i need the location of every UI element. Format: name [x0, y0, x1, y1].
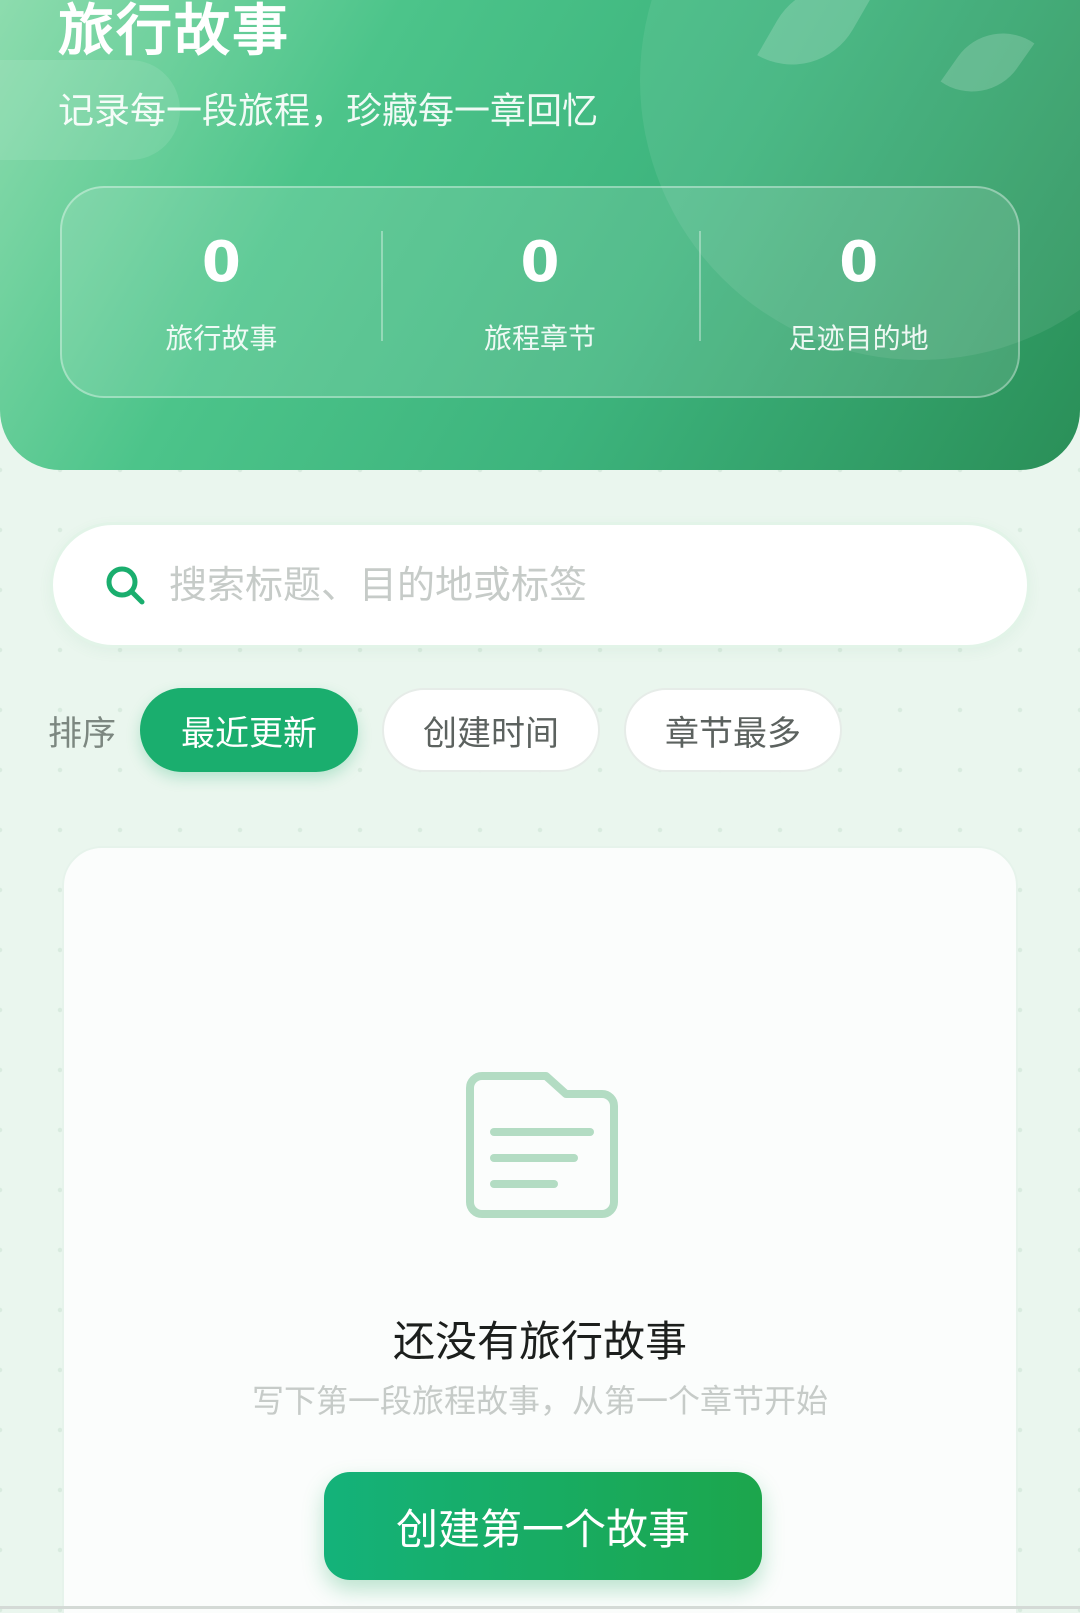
- search-bar[interactable]: [50, 522, 1030, 648]
- create-button-label: 创建第一个故事: [395, 1504, 690, 1554]
- empty-state-card: 还没有旅行故事 写下第一段旅程故事，从第一个章节开始 创建第一个故事: [62, 846, 1018, 1613]
- search-icon: [106, 566, 145, 605]
- stat-label: 旅程章节: [484, 322, 597, 355]
- search-input[interactable]: [169, 563, 989, 607]
- stat-chapters: 0 旅程章节: [380, 227, 700, 357]
- empty-state-description: 写下第一段旅程故事，从第一个章节开始: [251, 1382, 828, 1420]
- stat-destinations: 0 足迹目的地: [699, 227, 1018, 357]
- sort-option-label: 创建时间: [423, 713, 559, 754]
- sort-label: 排序: [48, 713, 116, 754]
- stat-value: 0: [201, 230, 241, 295]
- sort-option-label: 最近更新: [181, 713, 317, 754]
- sort-bar: 排序 最近更新 创建时间 章节最多: [48, 688, 866, 772]
- sort-option-recent[interactable]: 最近更新: [140, 688, 358, 772]
- stats-panel: 0 旅行故事 0 旅程章节 0 足迹目的地: [60, 186, 1020, 398]
- stat-value: 0: [839, 230, 879, 295]
- document-folder-icon: [466, 1072, 618, 1218]
- page-title: 旅行故事: [58, 0, 290, 64]
- empty-state-title: 还没有旅行故事: [392, 1317, 687, 1366]
- stat-label: 足迹目的地: [788, 322, 929, 355]
- bottom-divider: [0, 1606, 1080, 1609]
- create-first-story-button[interactable]: 创建第一个故事: [324, 1472, 762, 1580]
- sort-option-created[interactable]: 创建时间: [382, 688, 600, 772]
- stat-label: 旅行故事: [165, 322, 278, 355]
- hero-banner: 旅行故事 记录每一段旅程，珍藏每一章回忆 0 旅行故事 0 旅程章节 0 足迹目…: [0, 0, 1080, 470]
- stat-stories: 0 旅行故事: [62, 227, 381, 357]
- sort-option-chapters[interactable]: 章节最多: [624, 688, 842, 772]
- stat-value: 0: [520, 230, 560, 295]
- page-subtitle: 记录每一段旅程，珍藏每一章回忆: [58, 91, 599, 132]
- sort-option-label: 章节最多: [665, 713, 801, 754]
